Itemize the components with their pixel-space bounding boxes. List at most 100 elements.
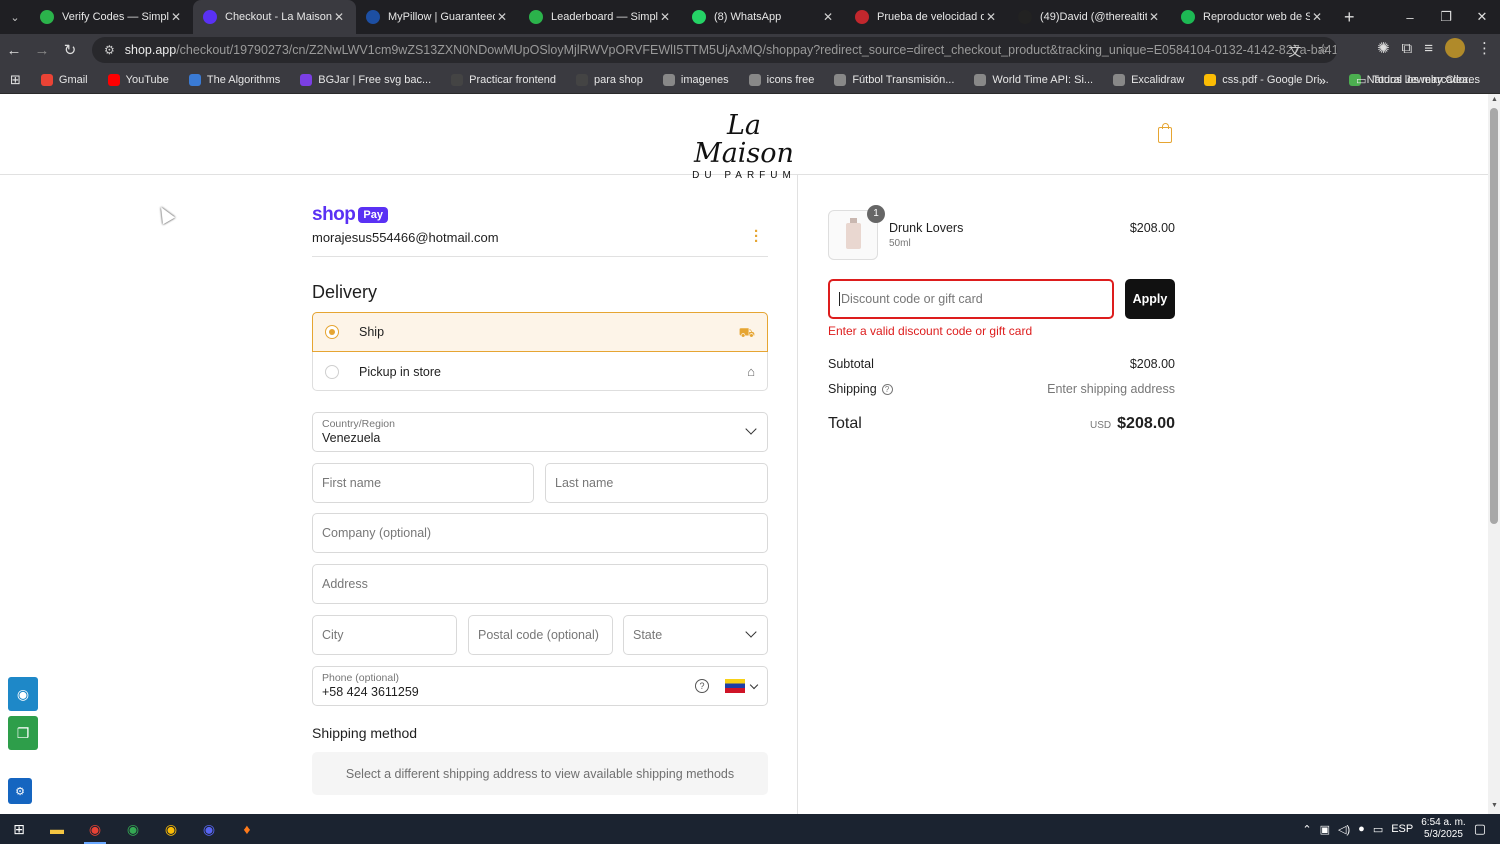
- bookmark-item[interactable]: icons free: [739, 73, 825, 86]
- browser-tab[interactable]: Verify Codes — SimplyCo✕: [30, 0, 193, 34]
- venezuela-flag-icon[interactable]: [725, 679, 745, 693]
- chrome-alt-icon[interactable]: ◉: [152, 814, 190, 844]
- site-info-icon[interactable]: ⚙: [104, 43, 115, 57]
- browser-tab[interactable]: Reproductor web de Spot✕: [1171, 0, 1334, 34]
- browser-tab[interactable]: Checkout - La Maison Du✕: [193, 0, 356, 34]
- browser-tab[interactable]: (8) WhatsApp ✕: [682, 0, 845, 34]
- tab-title: (49)David (@therealtitoko: [1040, 11, 1147, 23]
- phone-input[interactable]: Phone (optional) +58 424 3611259 ?: [312, 666, 768, 706]
- clock[interactable]: 6:54 a. m. 5/3/2025: [1421, 817, 1465, 841]
- first-name-input[interactable]: First name: [312, 463, 534, 503]
- browser-tab[interactable]: Leaderboard — SimplyCo✕: [519, 0, 682, 34]
- mouse-cursor: [154, 203, 176, 225]
- chrome-icon[interactable]: ◉: [76, 814, 114, 844]
- translate-icon[interactable]: 文: [1288, 41, 1301, 60]
- scroll-up-arrow[interactable]: ▲: [1491, 96, 1498, 103]
- pickup-option[interactable]: Pickup in store ⌂: [313, 352, 767, 391]
- microphone-icon[interactable]: ●: [1358, 823, 1365, 835]
- ship-radio[interactable]: [325, 325, 339, 339]
- country-select[interactable]: Country/Region Venezuela: [312, 412, 768, 452]
- copy-extension-icon[interactable]: ❐: [8, 716, 38, 750]
- postal-code-input[interactable]: Postal code (optional): [468, 615, 613, 655]
- forward-button[interactable]: →: [28, 42, 56, 59]
- bookmark-item[interactable]: Gmail: [31, 73, 98, 86]
- city-input[interactable]: City: [312, 615, 457, 655]
- product-size: 50ml: [889, 238, 911, 249]
- minimize-button[interactable]: –: [1392, 0, 1428, 34]
- bookmark-item[interactable]: Practicar frontend: [441, 73, 566, 86]
- scrollbar-thumb[interactable]: [1490, 108, 1498, 524]
- new-tab-button[interactable]: +: [1334, 7, 1365, 28]
- network-icon[interactable]: ▭: [1373, 823, 1383, 836]
- bookmark-item[interactable]: YouTube: [98, 73, 179, 86]
- eye-extension-icon[interactable]: ◉: [8, 677, 38, 711]
- browser-tab[interactable]: (49)David (@therealtitoko✕: [1008, 0, 1171, 34]
- shipping-info-icon[interactable]: ?: [881, 384, 893, 396]
- apply-discount-button[interactable]: Apply: [1125, 279, 1175, 319]
- bookmark-item[interactable]: BGJar | Free svg bac...: [290, 73, 441, 86]
- bookmark-item[interactable]: World Time API: Si...: [964, 73, 1103, 86]
- profile-avatar[interactable]: [1445, 38, 1465, 58]
- browser-menu-icon[interactable]: ⋮: [1477, 39, 1492, 57]
- bookmark-item[interactable]: css.pdf - Google Dri...: [1194, 73, 1338, 86]
- page-scrollbar[interactable]: ▲ ▼: [1488, 94, 1500, 814]
- restore-button[interactable]: ❐: [1428, 0, 1464, 34]
- discount-code-input[interactable]: Discount code or gift card: [828, 279, 1114, 319]
- tray-expand-icon[interactable]: ⌃: [1302, 823, 1311, 836]
- apps-grid-icon[interactable]: ⊞: [0, 72, 31, 88]
- address-bar[interactable]: ⚙ shop.app/checkout/19790273/cn/Z2NwLWV1…: [92, 37, 1337, 63]
- file-explorer-icon[interactable]: ▬: [38, 814, 76, 844]
- more-bookmarks-icon[interactable]: »: [1319, 73, 1326, 88]
- tab-close-icon[interactable]: ✕: [1310, 10, 1324, 24]
- chrome-profile-icon[interactable]: ◉: [114, 814, 152, 844]
- tab-close-icon[interactable]: ✕: [658, 10, 672, 24]
- discord-icon[interactable]: ◉: [190, 814, 228, 844]
- cart-bag-icon[interactable]: [1158, 123, 1172, 143]
- close-window-button[interactable]: ✕: [1464, 0, 1500, 34]
- media-control-icon[interactable]: ≡: [1424, 40, 1433, 57]
- bookmark-favicon-icon: [834, 73, 847, 86]
- address-input[interactable]: Address: [312, 564, 768, 604]
- chevron-down-icon[interactable]: [749, 680, 759, 690]
- tab-close-icon[interactable]: ✕: [169, 10, 183, 24]
- meet-now-icon[interactable]: ▣: [1320, 823, 1330, 836]
- bookmark-label: css.pdf - Google Dri...: [1222, 73, 1329, 86]
- notifications-icon[interactable]: ▢: [1474, 821, 1486, 837]
- volume-icon[interactable]: ◁): [1338, 823, 1350, 836]
- bookmark-item[interactable]: imagenes: [653, 73, 739, 86]
- settings-extension-icon[interactable]: ⚙: [8, 778, 32, 804]
- tab-close-icon[interactable]: ✕: [984, 10, 998, 24]
- ship-option[interactable]: Ship ⛟: [312, 312, 768, 352]
- tab-close-icon[interactable]: ✕: [821, 10, 835, 24]
- back-button[interactable]: ←: [0, 42, 28, 59]
- language-indicator[interactable]: ESP: [1391, 823, 1413, 835]
- all-bookmarks-folder[interactable]: ▭ Todos los marcadores: [1346, 74, 1490, 87]
- account-menu-icon[interactable]: · · ·: [754, 224, 759, 249]
- tab-close-icon[interactable]: ✕: [495, 10, 509, 24]
- state-select[interactable]: State: [623, 615, 768, 655]
- browser-tab[interactable]: Prueba de velocidad de In✕: [845, 0, 1008, 34]
- bookmark-star-icon[interactable]: ☆: [1317, 41, 1329, 60]
- bookmark-favicon-icon: [40, 73, 53, 86]
- reload-button[interactable]: ↻: [56, 41, 84, 59]
- extension-icon[interactable]: ✺: [1377, 39, 1390, 57]
- company-input[interactable]: Company (optional): [312, 513, 768, 553]
- folder-icon: ▭: [1355, 74, 1367, 87]
- clock-time: 6:54 a. m.: [1421, 817, 1466, 828]
- help-icon[interactable]: ?: [695, 679, 709, 693]
- start-button[interactable]: ⊞: [0, 814, 38, 844]
- tab-search-button[interactable]: ⌄: [0, 0, 30, 34]
- bookmark-item[interactable]: para shop: [566, 73, 653, 86]
- bookmark-item[interactable]: The Algorithms: [179, 73, 290, 86]
- extensions-puzzle-icon[interactable]: ⧉: [1402, 40, 1413, 57]
- pickup-radio[interactable]: [325, 364, 339, 379]
- last-name-input[interactable]: Last name: [545, 463, 768, 503]
- browser-tab[interactable]: MyPillow | Guaranteed th✕: [356, 0, 519, 34]
- store-logo[interactable]: La Maison DU PARFUM: [692, 112, 796, 182]
- microphone-app-icon[interactable]: ♦: [228, 814, 266, 844]
- bookmark-item[interactable]: Fútbol Transmisión...: [824, 73, 964, 86]
- tab-close-icon[interactable]: ✕: [332, 10, 346, 24]
- bookmark-item[interactable]: Excalidraw: [1103, 73, 1194, 86]
- scroll-down-arrow[interactable]: ▼: [1491, 802, 1498, 809]
- tab-close-icon[interactable]: ✕: [1147, 10, 1161, 24]
